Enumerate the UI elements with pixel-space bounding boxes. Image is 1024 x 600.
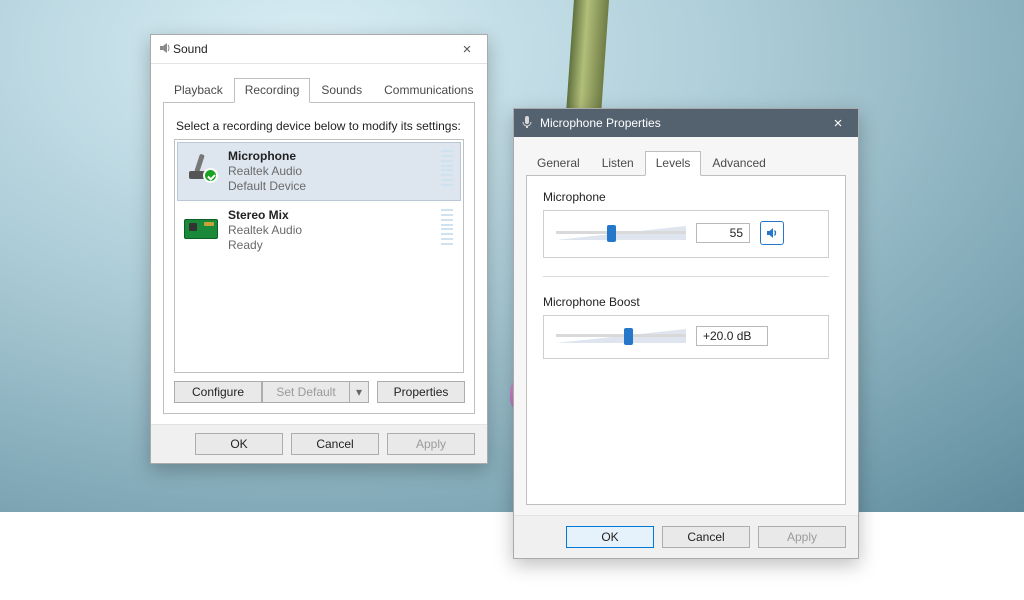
divider: [543, 276, 829, 277]
mute-button[interactable]: [760, 221, 784, 245]
ok-button[interactable]: OK: [566, 526, 654, 548]
device-name: Microphone: [228, 149, 430, 164]
set-default-button[interactable]: Set Default ▾: [262, 381, 369, 403]
close-icon[interactable]: ×: [453, 41, 481, 58]
tab-sounds[interactable]: Sounds: [310, 78, 373, 103]
tab-general[interactable]: General: [526, 151, 591, 176]
sound-tabs: Playback Recording Sounds Communications: [163, 78, 475, 103]
device-status: Default Device: [228, 179, 430, 194]
default-check-icon: [203, 168, 218, 183]
microphone-level-label: Microphone: [543, 190, 829, 204]
props-titlebar[interactable]: Microphone Properties ×: [514, 109, 858, 137]
microphone-level-group: Microphone 55: [543, 190, 829, 258]
set-default-label[interactable]: Set Default: [262, 381, 349, 403]
apply-button[interactable]: Apply: [758, 526, 846, 548]
props-title: Microphone Properties: [540, 116, 824, 130]
device-microphone[interactable]: Microphone Realtek Audio Default Device: [177, 142, 461, 201]
device-driver: Realtek Audio: [228, 164, 430, 179]
tab-recording[interactable]: Recording: [234, 78, 311, 103]
tab-listen[interactable]: Listen: [591, 151, 645, 176]
device-status: Ready: [228, 238, 430, 253]
cancel-button[interactable]: Cancel: [291, 433, 379, 455]
chevron-down-icon[interactable]: ▾: [349, 381, 369, 403]
level-meter: [440, 149, 454, 187]
sound-dialog: Sound × Playback Recording Sounds Commun…: [150, 34, 488, 464]
tab-advanced[interactable]: Advanced: [701, 151, 776, 176]
device-list[interactable]: Microphone Realtek Audio Default Device …: [174, 139, 464, 373]
microphone-boost-value[interactable]: +20.0 dB: [696, 326, 768, 346]
device-stereo-mix[interactable]: Stereo Mix Realtek Audio Ready: [177, 201, 461, 260]
tab-playback[interactable]: Playback: [163, 78, 234, 103]
apply-button[interactable]: Apply: [387, 433, 475, 455]
properties-button[interactable]: Properties: [377, 381, 465, 403]
sound-title: Sound: [173, 42, 453, 56]
tab-levels[interactable]: Levels: [645, 151, 702, 176]
microphone-level-value[interactable]: 55: [696, 223, 750, 243]
tab-communications[interactable]: Communications: [373, 78, 484, 103]
microphone-level-slider[interactable]: [556, 226, 686, 240]
ok-button[interactable]: OK: [195, 433, 283, 455]
instruction-text: Select a recording device below to modif…: [176, 119, 464, 133]
microphone-boost-label: Microphone Boost: [543, 295, 829, 309]
microphone-boost-group: Microphone Boost +20.0 dB: [543, 295, 829, 359]
configure-button[interactable]: Configure: [174, 381, 262, 403]
soundcard-icon: [184, 208, 218, 242]
speaker-icon: [765, 226, 779, 240]
props-tabs: General Listen Levels Advanced: [526, 151, 846, 176]
cancel-button[interactable]: Cancel: [662, 526, 750, 548]
device-name: Stereo Mix: [228, 208, 430, 223]
microphone-icon: [184, 149, 218, 183]
microphone-icon: [520, 115, 534, 132]
close-icon[interactable]: ×: [824, 115, 852, 132]
sound-icon: [157, 40, 173, 59]
level-meter: [440, 208, 454, 246]
mic-properties-dialog: Microphone Properties × General Listen L…: [513, 108, 859, 559]
microphone-boost-slider[interactable]: [556, 329, 686, 343]
sound-titlebar[interactable]: Sound ×: [151, 35, 487, 64]
device-driver: Realtek Audio: [228, 223, 430, 238]
